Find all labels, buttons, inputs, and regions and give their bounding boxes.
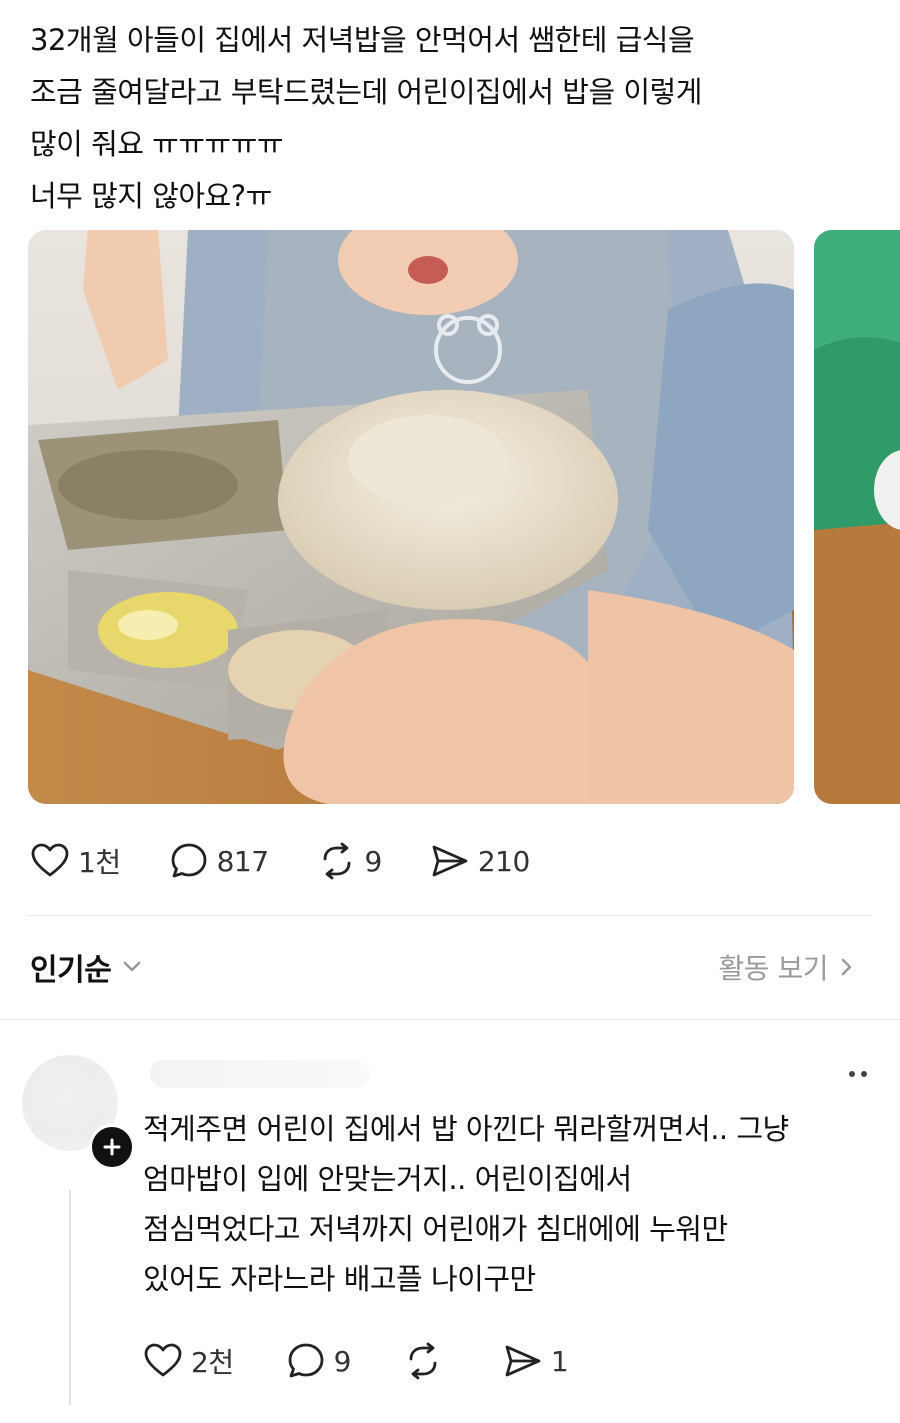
comment-button[interactable]: 817 xyxy=(169,841,269,881)
comment-action-bar: 2천 9 1 xyxy=(143,1338,620,1384)
post-photo[interactable] xyxy=(28,230,794,804)
next-photo-preview xyxy=(814,230,900,804)
comment-reply-count: 9 xyxy=(333,1344,352,1378)
like-count: 1천 xyxy=(78,846,121,879)
comment-text-line: 있어도 자라느라 배고플 나이구만 xyxy=(143,1262,536,1296)
repost-icon xyxy=(323,842,350,880)
divider xyxy=(28,915,872,916)
post-action-bar: 1천 817 9 210 xyxy=(30,838,578,884)
sort-label: 인기순 xyxy=(30,953,112,988)
comment-like-count: 2천 xyxy=(191,1346,234,1379)
chevron-down-icon xyxy=(124,961,141,972)
follow-button[interactable] xyxy=(89,1124,135,1170)
share-button[interactable]: 210 xyxy=(430,841,530,881)
more-dots-icon[interactable] xyxy=(838,1060,878,1088)
lunch-tray-photo xyxy=(28,230,794,804)
share-count: 210 xyxy=(477,844,530,878)
like-button[interactable]: 1천 xyxy=(30,841,121,881)
more-dot xyxy=(861,1071,867,1077)
post-text-line: 조금 줄여달라고 부탁드렸는데 어린이집에서 밥을 이렇게 xyxy=(30,75,702,109)
divider xyxy=(0,1019,900,1020)
more-dot xyxy=(849,1071,855,1077)
speech-bubble-icon xyxy=(288,1343,323,1378)
paper-plane-icon xyxy=(432,845,468,877)
comment-body: 적게주면 어린이 집에서 밥 아낀다 뭐라할꺼면서.. 그냥 엄마밥이 입에 안… xyxy=(143,1104,883,1304)
comment-like-button[interactable]: 2천 xyxy=(143,1341,234,1381)
view-activity-label: 활동 보기 xyxy=(718,952,829,985)
sort-dropdown[interactable]: 인기순 xyxy=(30,944,147,990)
comment-text-line: 점심먹었다고 저녁까지 어린애가 침대에에 누워만 xyxy=(143,1212,728,1246)
media-carousel[interactable] xyxy=(28,230,900,805)
comment-share-count: 1 xyxy=(550,1344,569,1378)
username-blurred[interactable] xyxy=(150,1060,370,1088)
speech-bubble-icon xyxy=(171,843,206,878)
comment-share-button[interactable]: 1 xyxy=(503,1341,569,1381)
post-text-line: 너무 많지 않아요?ㅠ xyxy=(30,179,272,213)
repost-button[interactable]: 9 xyxy=(317,841,382,881)
post-text-line: 많이 줘요 ㅠㅠㅠㅠㅠ xyxy=(30,127,284,161)
thread-line xyxy=(69,1190,71,1405)
comment-reply-button[interactable]: 9 xyxy=(286,1341,351,1381)
comment-repost-button[interactable] xyxy=(403,1341,451,1381)
comment-text-line: 적게주면 어린이 집에서 밥 아낀다 뭐라할꺼면서.. 그냥 xyxy=(143,1112,789,1146)
view-activity-link[interactable]: 활동 보기 xyxy=(719,944,860,990)
repost-icon xyxy=(409,1342,437,1380)
comment-count: 817 xyxy=(216,844,269,878)
post-body: 32개월 아들이 집에서 저녁밥을 안먹어서 쌤한테 급식을 조금 줄여달라고 … xyxy=(30,14,880,222)
repost-count: 9 xyxy=(364,844,383,878)
heart-icon xyxy=(144,1343,182,1377)
chevron-right-icon xyxy=(841,958,852,976)
comment-text-line: 엄마밥이 입에 안맞는거지.. 어린이집에서 xyxy=(143,1162,632,1196)
heart-icon xyxy=(31,843,69,877)
paper-plane-icon xyxy=(505,1345,541,1377)
post-photo-next[interactable] xyxy=(814,230,900,804)
post-text-line: 32개월 아들이 집에서 저녁밥을 안먹어서 쌤한테 급식을 xyxy=(30,23,695,57)
plus-icon xyxy=(103,1138,121,1156)
